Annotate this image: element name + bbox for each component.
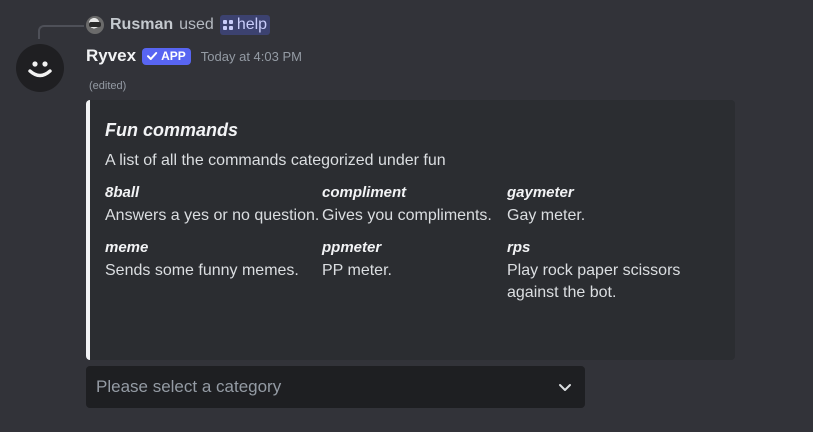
embed-field: compliment Gives you compliments. [322,184,507,227]
embed-card: Fun commands A list of all the commands … [86,100,735,360]
embed-field: 8ball Answers a yes or no question. [105,184,322,227]
reply-verb: used [179,16,214,33]
field-name: gaymeter [507,184,574,201]
command-name: help [236,16,268,33]
field-value: Gay meter. [507,207,586,224]
message-header: Ryvex APP Today at 4:03 PM [86,44,302,68]
field-name: rps [507,239,531,256]
command-used-line: Rusman used help [86,14,271,36]
embed-field: gaymeter Gay meter. [507,184,707,227]
reply-connector [38,25,84,39]
command-mention[interactable]: help [219,15,271,35]
bot-username[interactable]: Ryvex [86,46,136,66]
verified-check-icon [147,52,158,60]
field-name: meme [105,239,149,256]
user-avatar[interactable] [86,16,104,34]
embed-title: Fun commands [105,120,239,140]
embed-field: ppmeter PP meter. [322,239,507,304]
message-timestamp[interactable]: Today at 4:03 PM [201,49,302,64]
field-value: Play rock paper scissors against the bot… [507,262,681,301]
embed-field: rps Play rock paper scissors against the… [507,239,707,304]
reply-username[interactable]: Rusman [110,16,173,34]
edited-label: (edited) [89,80,127,92]
app-badge: APP [142,47,191,65]
category-select[interactable]: Please select a category [86,366,585,408]
field-name: 8ball [105,184,140,201]
chevron-down-icon [559,384,571,391]
embed-description: A list of all the commands categorized u… [105,152,446,169]
app-command-icon [222,20,233,30]
embed-field: meme Sends some funny memes. [105,239,322,304]
select-placeholder: Please select a category [96,377,282,396]
field-name: ppmeter [322,239,382,256]
embed-fields: 8ball Answers a yes or no question. comp… [105,184,719,304]
smiley-face-icon [28,61,52,78]
field-value: PP meter. [322,262,392,279]
bot-avatar[interactable] [16,44,64,92]
field-value: Gives you compliments. [322,207,492,224]
field-value: Answers a yes or no question. [105,207,320,224]
field-value: Sends some funny memes. [105,262,299,279]
app-badge-label: APP [161,49,186,63]
field-name: compliment [322,184,407,201]
